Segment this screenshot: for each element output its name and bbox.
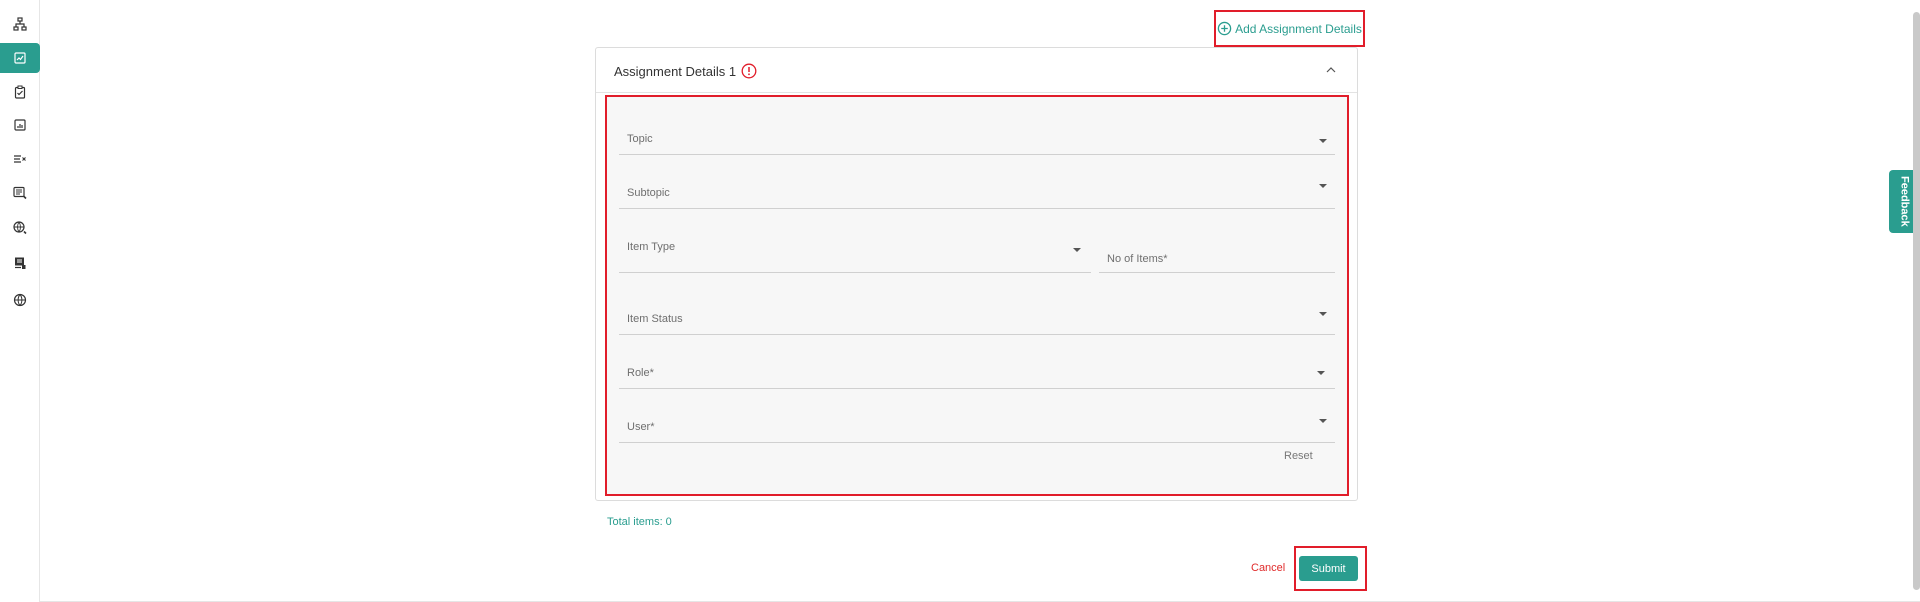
sidebar-item-list[interactable] bbox=[0, 144, 40, 174]
user-select[interactable]: User* bbox=[619, 397, 1335, 443]
assignment-icon bbox=[14, 52, 26, 64]
sidebar-item-clipboard[interactable] bbox=[0, 77, 40, 107]
user-label: User* bbox=[627, 421, 655, 433]
role-label: Role* bbox=[627, 367, 654, 379]
sidebar-item-users[interactable] bbox=[0, 248, 40, 278]
globe-edit-icon bbox=[13, 221, 27, 235]
caret-down-icon bbox=[1319, 184, 1327, 188]
sidebar-item-hierarchy[interactable] bbox=[0, 9, 40, 39]
sitemap-icon bbox=[13, 17, 27, 31]
sidebar bbox=[0, 0, 40, 602]
feedback-label: Feedback bbox=[1898, 176, 1911, 227]
id-card-icon bbox=[15, 257, 26, 269]
plus-circle-icon bbox=[1217, 21, 1232, 36]
clipboard-icon bbox=[14, 85, 26, 99]
item-status-label: Item Status bbox=[627, 313, 683, 325]
no-of-items-label: No of Items* bbox=[1107, 253, 1168, 265]
chevron-up-icon[interactable] bbox=[1325, 64, 1337, 76]
topic-label: Topic bbox=[627, 133, 653, 145]
sidebar-item-assignments[interactable] bbox=[0, 43, 40, 73]
list-x-icon bbox=[14, 155, 26, 163]
error-icon bbox=[741, 63, 757, 79]
caret-down-icon bbox=[1319, 139, 1327, 143]
sidebar-item-reports[interactable] bbox=[0, 110, 40, 140]
subtopic-label: Subtopic bbox=[627, 187, 670, 199]
report-icon bbox=[14, 119, 26, 131]
total-items-text: Total items: 0 bbox=[607, 516, 672, 528]
no-of-items-input[interactable]: No of Items* bbox=[1099, 217, 1335, 273]
sidebar-item-documents[interactable] bbox=[0, 178, 40, 208]
subtopic-select[interactable]: Subtopic bbox=[619, 163, 1335, 209]
globe-icon bbox=[13, 293, 27, 307]
caret-down-icon bbox=[1317, 371, 1325, 375]
submit-button[interactable]: Submit bbox=[1299, 556, 1358, 581]
add-assignment-details-label: Add Assignment Details bbox=[1235, 21, 1362, 36]
item-status-select[interactable]: Item Status bbox=[619, 281, 1335, 335]
panel-header[interactable]: Assignment Details 1 bbox=[596, 48, 1357, 93]
item-type-select[interactable]: Item Type bbox=[619, 217, 1091, 273]
add-assignment-details-button[interactable]: Add Assignment Details bbox=[1214, 10, 1365, 47]
caret-down-icon bbox=[1073, 248, 1081, 252]
panel-title: Assignment Details 1 bbox=[614, 64, 737, 79]
assignment-form: Topic Subtopic Item Type No of Items* It… bbox=[605, 95, 1349, 496]
sidebar-item-global-edit[interactable] bbox=[0, 213, 40, 243]
document-edit-icon bbox=[13, 186, 27, 200]
role-select[interactable]: Role* bbox=[619, 343, 1335, 389]
sidebar-item-globe[interactable] bbox=[0, 285, 40, 315]
caret-down-icon bbox=[1319, 312, 1327, 316]
assignment-details-panel: Assignment Details 1 Topic Subtopic Item… bbox=[595, 47, 1358, 501]
item-type-label: Item Type bbox=[627, 241, 676, 253]
caret-down-icon bbox=[1319, 419, 1327, 423]
submit-highlight: Submit bbox=[1294, 546, 1367, 591]
scrollbar[interactable] bbox=[1913, 12, 1920, 590]
reset-button[interactable]: Reset bbox=[1284, 450, 1313, 462]
cancel-button[interactable]: Cancel bbox=[1251, 562, 1285, 574]
topic-select[interactable]: Topic bbox=[619, 109, 1335, 155]
